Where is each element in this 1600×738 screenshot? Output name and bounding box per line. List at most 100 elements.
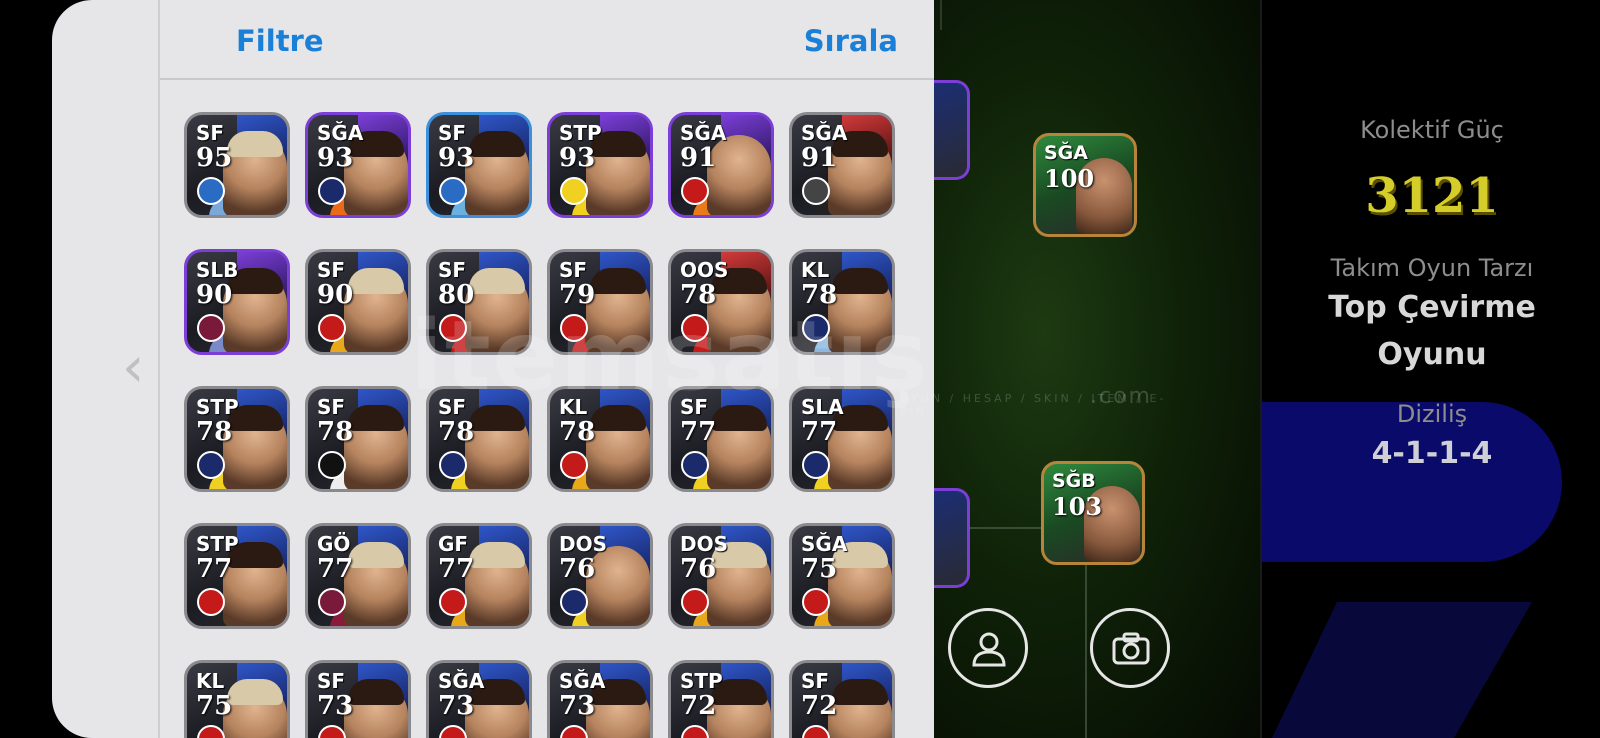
formation-value: 4-1-1-4 (1371, 436, 1493, 471)
player-card[interactable]: SLA 77 (789, 386, 895, 492)
player-card[interactable]: SF 73 (305, 660, 411, 738)
collective-power-label: Kolektif Güç (1360, 116, 1504, 144)
player-hair (832, 268, 888, 294)
player-card[interactable]: SĞA 91 (789, 112, 895, 218)
sort-button[interactable]: Sırala (804, 24, 898, 58)
pitch-line (940, 0, 942, 30)
player-card[interactable]: STP 77 (184, 523, 290, 629)
formation-label: Diziliş (1396, 400, 1468, 428)
club-badge-icon (560, 314, 588, 342)
club-badge-icon (439, 314, 467, 342)
player-rating: 78 (559, 417, 596, 447)
player-card[interactable]: SĞA 91 (668, 112, 774, 218)
player-card[interactable]: DOS 76 (547, 523, 653, 629)
player-card[interactable]: GF 77 (426, 523, 532, 629)
player-card[interactable]: SF 79 (547, 249, 653, 355)
club-badge-icon (681, 177, 709, 205)
club-badge-icon (681, 588, 709, 616)
player-rating: 95 (196, 143, 233, 173)
player-rating: 73 (317, 691, 354, 721)
player-card[interactable]: STP 78 (184, 386, 290, 492)
player-position: SLB (196, 258, 239, 282)
player-card[interactable]: KL 78 (789, 249, 895, 355)
club-badge-icon (318, 177, 346, 205)
player-card[interactable]: SLB 90 (184, 249, 290, 355)
player-card[interactable]: SF 72 (789, 660, 895, 738)
player-card[interactable]: GÖ 77 (305, 523, 411, 629)
player-card[interactable]: SĞA 93 (305, 112, 411, 218)
player-position: KL (801, 258, 830, 282)
player-position: GF (438, 532, 469, 556)
player-position: DOS (559, 532, 608, 556)
camera-icon (1112, 632, 1150, 665)
player-position: SĞA (801, 532, 848, 556)
club-badge-icon (439, 451, 467, 479)
club-badge-icon (560, 177, 588, 205)
filter-button[interactable]: Filtre (236, 24, 324, 58)
player-position: SF (438, 395, 467, 419)
player-hair (469, 405, 525, 431)
player-position: SĞB (1052, 470, 1096, 492)
player-rating: 72 (801, 691, 838, 721)
player-grid: SF 95 SĞA 93 SF 93 STP 93 SĞA 91 SĞA 91 SLB 90 SF 90 SF 8… (184, 112, 904, 738)
player-rating: 77 (438, 554, 475, 584)
player-card[interactable]: SF 90 (305, 249, 411, 355)
player-rating: 80 (438, 280, 475, 310)
player-card[interactable]: SF 93 (426, 112, 532, 218)
player-card[interactable]: STP 72 (668, 660, 774, 738)
team-style-value-line2: Oyunu (1377, 337, 1487, 372)
club-badge-icon (560, 588, 588, 616)
player-hair (832, 679, 888, 705)
player-card[interactable]: SĞA 75 (789, 523, 895, 629)
club-badge-icon (439, 725, 467, 738)
club-badge-icon (560, 451, 588, 479)
player-position: SF (317, 258, 346, 282)
player-hair (227, 131, 283, 157)
player-rating: 90 (317, 280, 354, 310)
player-card[interactable]: OOS 78 (668, 249, 774, 355)
player-card[interactable]: SF 78 (426, 386, 532, 492)
club-badge-icon (681, 725, 709, 738)
camera-button[interactable] (1090, 608, 1170, 688)
player-position: DOS (680, 532, 729, 556)
player-rating: 78 (680, 280, 717, 310)
club-badge-icon (802, 451, 830, 479)
player-position: SF (317, 669, 346, 693)
player-card[interactable]: SF 95 (184, 112, 290, 218)
player-card[interactable]: KL 78 (547, 386, 653, 492)
player-position: SF (317, 395, 346, 419)
player-card[interactable]: SF 80 (426, 249, 532, 355)
player-position: SF (559, 258, 588, 282)
player-position: SĞA (438, 669, 485, 693)
club-badge-icon (439, 177, 467, 205)
pitch-player-card[interactable]: SĞB 103 (1041, 461, 1145, 565)
player-hair (348, 542, 404, 568)
player-position: SF (680, 395, 709, 419)
player-card[interactable]: SĞA 73 (547, 660, 653, 738)
player-card[interactable]: SF 77 (668, 386, 774, 492)
collective-power-value: 3121 (1365, 168, 1499, 224)
player-rating: 91 (801, 143, 838, 173)
player-rating: 77 (317, 554, 354, 584)
player-card[interactable]: STP 93 (547, 112, 653, 218)
player-position: SĞA (680, 121, 727, 145)
player-position: GÖ (317, 532, 351, 556)
chevron-left-icon[interactable]: ‹ (122, 340, 144, 396)
club-badge-icon (318, 588, 346, 616)
player-rating: 78 (317, 417, 354, 447)
panel-decoration (1272, 602, 1532, 738)
profile-button[interactable] (948, 608, 1028, 688)
player-card[interactable]: SĞA 73 (426, 660, 532, 738)
player-card[interactable]: KL 75 (184, 660, 290, 738)
player-hair (711, 405, 767, 431)
player-card[interactable]: DOS 76 (668, 523, 774, 629)
player-position: STP (680, 669, 723, 693)
pitch-player-card[interactable]: SĞA 100 (1033, 133, 1137, 237)
player-position: SĞA (801, 121, 848, 145)
club-badge-icon (197, 451, 225, 479)
player-position: SĞA (1044, 142, 1088, 164)
user-icon (972, 632, 1006, 667)
player-card[interactable]: SF 78 (305, 386, 411, 492)
player-rating: 91 (680, 143, 717, 173)
player-hair (348, 268, 404, 294)
